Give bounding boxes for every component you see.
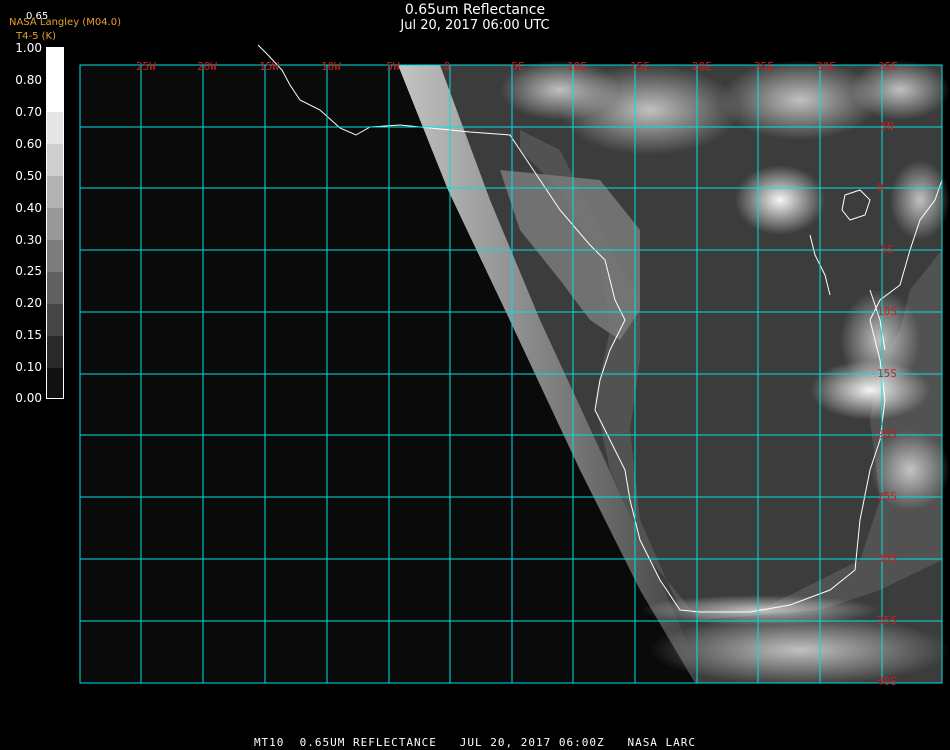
lat-label: 5S xyxy=(880,243,893,256)
colorbar-label: 0.30 xyxy=(15,233,42,247)
footer-caption: MT10 0.65UM REFLECTANCE JUL 20, 2017 06:… xyxy=(253,736,697,749)
colorbar-label: 0.25 xyxy=(15,264,42,278)
lat-label: 15S xyxy=(877,367,897,380)
colorbar-label: 0.20 xyxy=(15,296,42,310)
colorbar-label: 0.00 xyxy=(15,391,42,405)
lon-label: 5W xyxy=(386,60,400,73)
lat-label: 35S xyxy=(877,614,897,627)
colorbar-label: 0.80 xyxy=(15,73,42,87)
lat-label: 25S xyxy=(877,490,897,503)
colorbar-label: 0.40 xyxy=(15,201,42,215)
credit-line-1: NASA Langley (M04.0) xyxy=(9,17,121,28)
colorbar-label: 1.00 xyxy=(15,41,42,55)
colorbar-label: 0.60 xyxy=(15,137,42,151)
lon-label: 15W xyxy=(259,60,279,73)
lon-label: 20W xyxy=(197,60,217,73)
lat-label: 40S xyxy=(877,675,897,688)
lon-label: 20E xyxy=(692,60,712,73)
lat-label: 5N xyxy=(880,120,893,133)
lon-label: 35E xyxy=(878,60,898,73)
lat-label: 20S xyxy=(877,428,897,441)
lon-label: 30E xyxy=(816,60,836,73)
satellite-map: 25W 20W 15W 10W 5W 0 5E 10E 15E 20E 25E … xyxy=(47,44,950,688)
colorbar-label: 0.10 xyxy=(15,360,42,374)
lat-label: 0 xyxy=(877,181,884,194)
lat-label: 30S xyxy=(877,552,897,565)
lon-label: 0 xyxy=(444,60,451,73)
lon-label: 10W xyxy=(321,60,341,73)
map-datetime: Jul 20, 2017 06:00 UTC xyxy=(400,18,550,33)
colorbar xyxy=(46,47,64,399)
lon-label: 15E xyxy=(630,60,650,73)
colorbar-label: 0.15 xyxy=(15,328,42,342)
lon-label: 10E xyxy=(567,60,587,73)
colorbar-label: 0.50 xyxy=(15,169,42,183)
map-title: 0.65um Reflectance xyxy=(404,2,546,18)
lon-label: 25W xyxy=(136,60,156,73)
lon-label: 5E xyxy=(511,60,524,73)
lon-label: 25E xyxy=(754,60,774,73)
colorbar-label: 0.70 xyxy=(15,105,42,119)
lat-label: 10S xyxy=(877,305,897,318)
